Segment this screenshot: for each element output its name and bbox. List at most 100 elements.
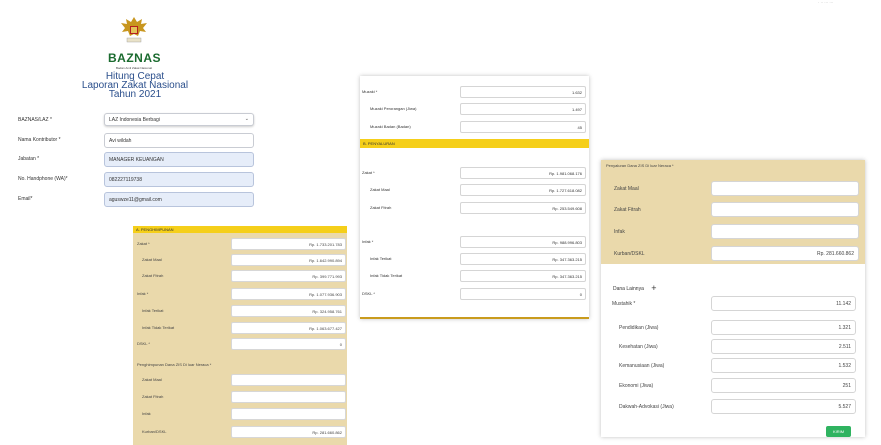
penghimpunan-label: Zakat Fitrah [142, 273, 164, 278]
middle-row-field[interactable]: Rp. 347.363.215 [460, 253, 586, 265]
penghimpunan-field[interactable]: Rp. 399.771.993 [231, 270, 346, 282]
penghimpunan-label: Infak Terikat [142, 308, 164, 313]
jabatan-field[interactable]: MANAGER KEUANGAN [104, 152, 254, 167]
handphone-row: No. Handphone (WA)* 082227119738 [18, 172, 258, 188]
penghimpunan-row-infak: Infak * Rp. 1.077.936.903 [133, 288, 347, 300]
middle-row-field[interactable]: Rp. 253.549.608 [460, 202, 586, 214]
penghimpunan-row-zakat-fitrah: Zakat Fitrah Rp. 399.771.993 [133, 270, 347, 282]
penghimpunan-field[interactable]: Rp. 324.958.761 [231, 305, 346, 317]
middle-row-field[interactable]: Rp. 1.727.618.082 [460, 184, 586, 196]
penghimpunan-neraca-row-kurban-dskl: Kurban/DSKL Rp. 281.660.862 [133, 426, 347, 438]
middle-row-label: Muzaki * [362, 89, 378, 94]
mustahik-field[interactable]: 251 [711, 378, 856, 393]
middle-row-field[interactable]: 1.497 [460, 103, 586, 115]
corner-text: · ·· ··· ··· [818, 0, 834, 5]
mustahik-field[interactable]: 2.511 [711, 339, 856, 354]
penghimpunan-section: Zakat * Rp. 1.733.201.783 Zakat Maal Rp. 1.… [133, 233, 347, 445]
kontributor-label: Nama Kontributor * [18, 137, 61, 143]
middle-row-field[interactable]: 45 [460, 121, 586, 133]
penghimpunan-field[interactable]: 0 [231, 338, 346, 350]
penghimpunan-field[interactable]: Rp. 1.733.201.783 [231, 238, 346, 250]
page-title: Hitung Cepat Laporan Zakat Nasional Tahu… [60, 72, 210, 100]
middle-row-infak-tidak-terikat: Infak Tidak Terikat Rp. 347.363.215 [360, 270, 589, 282]
mustahik-field[interactable]: 11.142 [711, 296, 856, 311]
email-label: Email* [18, 196, 33, 202]
middle-row-label: Muzaki Perorangan (Jiwa) [370, 106, 417, 111]
mustahik-row-mustahik: Mustahik * 11.142 [601, 296, 865, 311]
chevron-down-icon: ⌄ [244, 116, 249, 122]
penyaluran-neraca-field[interactable]: Rp. 281.660.862 [711, 246, 859, 261]
form-panel-middle: Muzaki * 1.632 Muzaki Perorangan (Jiwa) 1.4… [360, 76, 589, 319]
penghimpunan-neraca-field[interactable] [231, 374, 346, 386]
middle-row-zakat: Zakat * Rp. 1.981.068.176 [360, 167, 589, 179]
penghimpunan-field[interactable]: Rp. 1.642.990.894 [231, 254, 346, 266]
middle-row-label: Infak Tidak Terikat [370, 273, 403, 278]
penghimpunan-row-zakat-maal: Zakat Maal Rp. 1.642.990.894 [133, 254, 347, 266]
middle-row-label: Muzaki Badan (Badan) [370, 124, 411, 129]
section-header-penghimpunan: A. PENGHIMPUNAN [133, 226, 347, 233]
penghimpunan-neraca-field[interactable]: Rp. 281.660.862 [231, 426, 346, 438]
email-field[interactable]: aguswze11@gmail.com [104, 192, 254, 207]
penyaluran-neraca-row-zakat-fitrah: Zakat Fitrah [601, 202, 865, 217]
penghimpunan-neraca-title: Penghimpunan Dana ZIS Di luar Neraca * [137, 362, 212, 367]
penghimpunan-row-zakat: Zakat * Rp. 1.733.201.783 [133, 238, 347, 250]
penghimpunan-neraca-label: Zakat Fitrah [142, 394, 164, 399]
mustahik-row-pendidikan-jiwa: Pendidikan (Jiwa) 1.321 [601, 320, 865, 335]
logo-subtext: Badan Amil Zakat Nasional [115, 66, 153, 70]
middle-row-muzaki: Muzaki * 1.632 [360, 86, 589, 98]
penyaluran-neraca-field[interactable] [711, 181, 859, 196]
mustahik-label: Dakwah-Advokasi (Jiwa) [619, 404, 674, 410]
handphone-field[interactable]: 082227119738 [104, 172, 254, 187]
penghimpunan-neraca-label: Infak [142, 411, 151, 416]
penyaluran-neraca-title: Penyaluran Dana ZIS Di luar Neraca * [606, 163, 674, 168]
penyaluran-neraca-label: Zakat Fitrah [614, 207, 641, 213]
middle-row-muzaki-badan-badan: Muzaki Badan (Badan) 45 [360, 121, 589, 133]
baznas-laz-value: LAZ Indonesia Berbagi [109, 117, 160, 123]
garuda-emblem-icon [121, 17, 147, 43]
mustahik-field[interactable]: 1.321 [711, 320, 856, 335]
penghimpunan-neraca-row-zakat-maal: Zakat Maal [133, 374, 347, 386]
mustahik-row-kemanusiaan-jiwa: Kemanusiaan (Jiwa) 1.532 [601, 358, 865, 373]
penyaluran-neraca-field[interactable] [711, 224, 859, 239]
middle-row-label: Zakat Maal [370, 187, 390, 192]
title-line-3: Tahun 2021 [108, 89, 162, 100]
submit-button[interactable]: KIRIM [826, 426, 851, 437]
penghimpunan-label: DSKL * [137, 341, 150, 346]
middle-row-field[interactable]: Rp. 1.981.068.176 [460, 167, 586, 179]
baznas-laz-select[interactable]: LAZ Indonesia Berbagi ⌄ [104, 113, 254, 126]
add-icon[interactable]: + [651, 283, 656, 293]
middle-row-label: DSKL * [362, 291, 375, 296]
logo-text: BAZNAS [108, 51, 161, 65]
penghimpunan-neraca-field[interactable] [231, 408, 346, 420]
section-header-penyaluran: B. PENYALURAN [360, 139, 589, 148]
email-row: Email* aguswze11@gmail.com [18, 192, 258, 208]
dana-lainnya-row: Dana Lainnya + [613, 282, 657, 293]
dana-lainnya-label: Dana Lainnya [613, 286, 644, 292]
penghimpunan-neraca-field[interactable] [231, 391, 346, 403]
penghimpunan-field[interactable]: Rp. 1.077.936.903 [231, 288, 346, 300]
middle-row-field[interactable]: 1.632 [460, 86, 586, 98]
middle-row-zakat-maal: Zakat Maal Rp. 1.727.618.082 [360, 184, 589, 196]
mustahik-field[interactable]: 5.527 [711, 399, 856, 414]
penghimpunan-label: Zakat * [137, 241, 150, 246]
penghimpunan-neraca-row-infak: Infak [133, 408, 347, 420]
middle-row-field[interactable]: 0 [460, 288, 586, 300]
penyaluran-neraca-row-kurban-dskl: Kurban/DSKL Rp. 281.660.862 [601, 246, 865, 261]
mustahik-label: Ekonomi (Jiwa) [619, 383, 654, 389]
baznas-logo: BAZNAS Badan Amil Zakat Nasional [108, 14, 161, 70]
baznas-laz-label: BAZNAS/LAZ * [18, 117, 52, 123]
middle-row-infak: Infak * Rp. 988.996.803 [360, 236, 589, 248]
middle-row-label: Infak * [362, 239, 374, 244]
penghimpunan-field[interactable]: Rp. 1.063.677.427 [231, 322, 346, 334]
kontributor-field[interactable]: Avi wildah [104, 133, 254, 148]
middle-row-label: Infak Terikat [370, 256, 392, 261]
penyaluran-neraca-label: Zakat Maal [614, 186, 639, 192]
penyaluran-neraca-field[interactable] [711, 202, 859, 217]
penghimpunan-neraca-label: Zakat Maal [142, 377, 162, 382]
mustahik-field[interactable]: 1.532 [711, 358, 856, 373]
penghimpunan-label: Zakat Maal [142, 257, 162, 262]
middle-row-field[interactable]: Rp. 988.996.803 [460, 236, 586, 248]
mustahik-row-dakwah-advokasi-jiwa: Dakwah-Advokasi (Jiwa) 5.527 [601, 399, 865, 414]
baznas-laz-row: BAZNAS/LAZ * LAZ Indonesia Berbagi ⌄ [18, 113, 258, 129]
middle-row-field[interactable]: Rp. 347.363.215 [460, 270, 586, 282]
